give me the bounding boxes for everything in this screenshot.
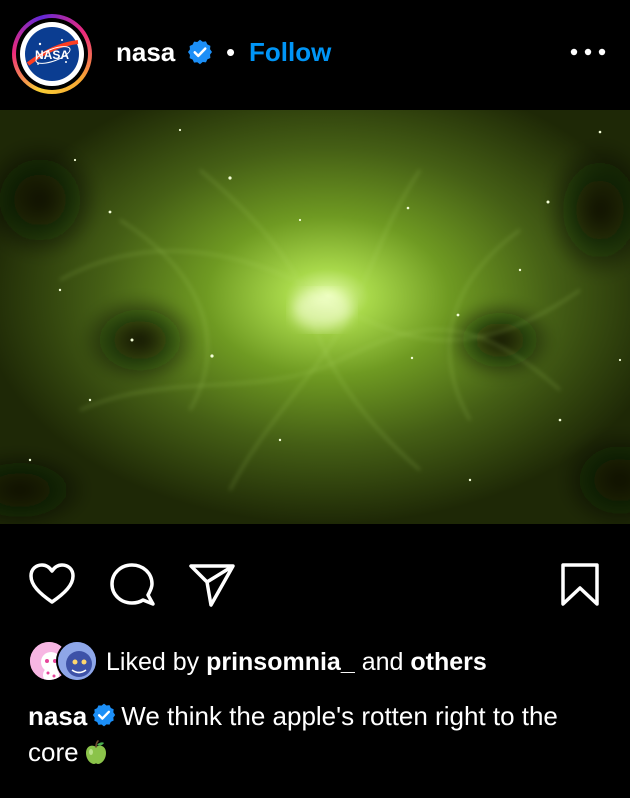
- more-options-icon[interactable]: [566, 40, 610, 64]
- likes-prefix: Liked by: [106, 648, 200, 676]
- likes-row: Liked by prinsomnia_ and others: [28, 640, 618, 684]
- caption-username[interactable]: nasa: [28, 701, 87, 731]
- separator-dot: •: [226, 37, 236, 67]
- comment-icon[interactable]: [107, 560, 157, 610]
- nasa-avatar[interactable]: NASA: [20, 22, 84, 86]
- action-bar: [0, 560, 630, 610]
- share-icon[interactable]: [187, 560, 237, 610]
- verified-badge-icon: [187, 39, 213, 65]
- follow-button[interactable]: Follow: [249, 36, 331, 68]
- post-caption: nasa We think the apple's rotten right t…: [28, 698, 608, 770]
- story-ring[interactable]: NASA: [12, 14, 92, 94]
- nasa-logo-icon: NASA: [25, 27, 79, 81]
- likes-and: and: [361, 648, 404, 676]
- post-image[interactable]: [0, 110, 630, 524]
- likes-others-link[interactable]: others: [410, 648, 486, 676]
- avatar-image: [58, 642, 96, 680]
- liker-avatar[interactable]: [56, 640, 98, 682]
- verified-badge-icon: [93, 703, 116, 727]
- bookmark-icon[interactable]: [555, 560, 605, 610]
- heart-icon[interactable]: [27, 560, 77, 610]
- svg-text:NASA: NASA: [35, 48, 69, 62]
- likes-text: Liked by prinsomnia_ and others: [106, 646, 487, 678]
- post-username[interactable]: nasa: [116, 36, 175, 68]
- green-apple-emoji-icon: [85, 740, 106, 764]
- nebula-image: [0, 110, 630, 524]
- liker-username[interactable]: prinsomnia_: [206, 648, 355, 676]
- post-header: NASA nasa • Follow: [0, 0, 630, 108]
